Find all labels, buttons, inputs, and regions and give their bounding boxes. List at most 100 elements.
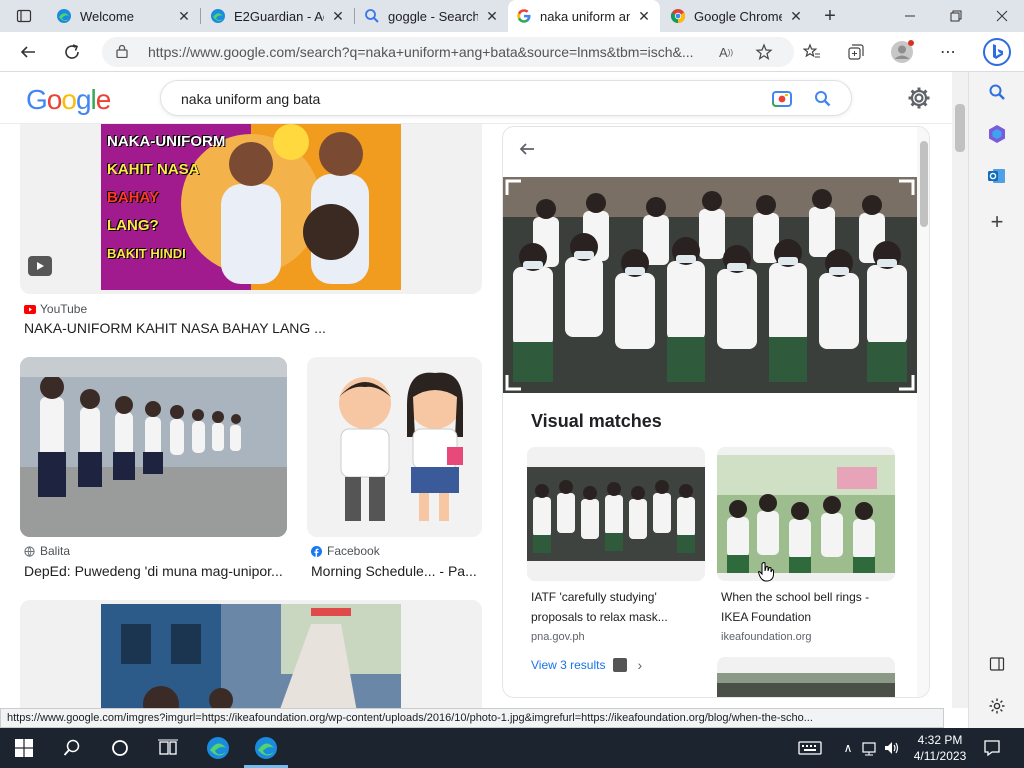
result-source[interactable]: YouTube — [24, 302, 87, 316]
panel-scrollbar-thumb[interactable] — [920, 141, 928, 227]
tab-label: E2Guardian - Ac — [234, 8, 324, 24]
chevron-right-icon: › — [637, 657, 643, 673]
close-icon[interactable]: ✕ — [788, 8, 804, 25]
google-icon — [517, 9, 531, 23]
globe-icon — [24, 545, 35, 557]
edge-taskbar-active-icon[interactable] — [254, 736, 278, 760]
cortana-icon[interactable] — [108, 736, 132, 760]
taskbar-clock[interactable]: 4:32 PM 4/11/2023 — [906, 732, 974, 764]
search-icon[interactable] — [60, 736, 84, 760]
result-source[interactable]: Facebook — [311, 544, 380, 558]
page-scrollbar[interactable] — [952, 72, 968, 708]
page-scrollbar-thumb[interactable] — [955, 104, 965, 152]
tab-label: goggle - Search — [388, 8, 478, 24]
close-window-icon[interactable] — [990, 4, 1014, 28]
profile-avatar[interactable] — [890, 40, 914, 64]
close-icon[interactable]: ✕ — [636, 8, 652, 25]
tab-goggle-search[interactable]: goggle - Search ✕ — [356, 0, 508, 32]
keyboard-icon[interactable] — [798, 736, 822, 760]
edge-taskbar-icon[interactable] — [206, 736, 230, 760]
search-icon[interactable] — [985, 80, 1009, 104]
close-icon[interactable]: ✕ — [330, 8, 346, 25]
read-aloud-icon[interactable]: A)) — [714, 40, 738, 64]
result-thumbnail-facebook[interactable] — [307, 357, 482, 537]
result-caption[interactable]: DepEd: Puwedeng 'di muna mag-unipor... — [24, 563, 286, 579]
office-icon[interactable] — [985, 122, 1009, 146]
chevron-up-icon[interactable]: ∧ — [836, 736, 860, 760]
visual-match-source: pna.gov.ph — [531, 631, 585, 643]
result-source[interactable]: Balita — [24, 544, 70, 558]
image-results: NAKA-UNIFORM KAHIT NASA BAHAY LANG? BAKI… — [0, 124, 952, 708]
status-url: https://www.google.com/imgres?imgurl=htt… — [0, 708, 944, 728]
back-arrow-icon[interactable] — [517, 139, 539, 161]
visual-match-source: ikeafoundation.org — [721, 631, 812, 643]
edge-icon — [57, 9, 71, 23]
view-results-link[interactable]: View 3 results › — [531, 657, 642, 673]
camera-lens-icon[interactable] — [771, 89, 793, 109]
notification-icon[interactable] — [980, 736, 1004, 760]
restore-icon[interactable] — [944, 4, 968, 28]
google-header: Google — [0, 72, 952, 124]
thumb-text: NAKA-UNIFORM KAHIT NASA BAHAY LANG? BAKI… — [107, 133, 226, 261]
result-thumbnail-balita[interactable] — [20, 357, 287, 537]
browser-toolbar: https://www.google.com/search?q=naka+uni… — [0, 32, 1024, 72]
google-logo[interactable]: Google — [26, 84, 111, 116]
visual-match-thumbnail[interactable] — [717, 657, 895, 697]
close-icon[interactable]: ✕ — [484, 8, 500, 25]
address-bar[interactable]: https://www.google.com/search?q=naka+uni… — [102, 37, 794, 67]
tab-google-chrome[interactable]: Google Chrome ✕ — [662, 0, 812, 32]
back-icon[interactable] — [16, 40, 40, 64]
settings-icon[interactable] — [985, 694, 1009, 718]
visual-matches-heading: Visual matches — [531, 411, 662, 431]
result-caption[interactable]: Morning Schedule... - Pa... — [311, 563, 481, 579]
lock-icon[interactable] — [116, 44, 134, 61]
tab-label: Welcome — [80, 8, 134, 24]
collections-icon[interactable] — [844, 40, 868, 64]
video-play-icon — [28, 256, 52, 276]
url-text[interactable]: https://www.google.com/search?q=naka+uni… — [148, 44, 708, 60]
image-preview-panel: Visual matches IATF 'carefully studying'… — [502, 126, 930, 698]
tab-welcome[interactable]: Welcome ✕ — [48, 0, 200, 32]
preview-image[interactable] — [503, 177, 917, 393]
search-box[interactable] — [160, 80, 852, 116]
close-icon[interactable]: ✕ — [176, 8, 192, 25]
chrome-icon — [670, 9, 686, 24]
hand-cursor-icon — [757, 562, 774, 582]
search-icon — [365, 9, 379, 23]
tab-naka-uniform[interactable]: naka uniform an ✕ — [508, 0, 660, 32]
facebook-icon — [311, 545, 322, 557]
result-thumbnail-school[interactable] — [20, 600, 482, 708]
visual-match-thumbnail[interactable] — [717, 447, 895, 581]
favorite-add-icon[interactable] — [752, 40, 776, 64]
youtube-icon — [24, 304, 36, 314]
minimize-icon[interactable] — [898, 4, 922, 28]
visual-match-title[interactable]: IATF 'carefully studying' proposals to r… — [531, 587, 705, 627]
edge-sidebar: + — [968, 72, 1024, 728]
tab-strip: Welcome ✕ E2Guardian - Ac ✕ goggle - Sea… — [0, 0, 1024, 32]
outlook-icon[interactable] — [985, 164, 1009, 188]
network-icon[interactable] — [858, 736, 882, 760]
refresh-icon[interactable] — [60, 40, 84, 64]
new-tab-icon[interactable]: + — [818, 4, 842, 28]
add-icon[interactable]: + — [985, 209, 1009, 234]
tab-label: naka uniform an — [540, 8, 630, 24]
gear-icon[interactable] — [906, 85, 932, 111]
windows-start-icon[interactable] — [12, 736, 36, 760]
result-mini-thumbnail — [613, 658, 628, 672]
search-icon[interactable] — [813, 89, 833, 109]
windows-taskbar: ∧ 4:32 PM 4/11/2023 — [0, 728, 1024, 768]
tab-label: Google Chrome — [694, 8, 782, 24]
task-view-icon[interactable] — [156, 736, 180, 760]
visual-match-thumbnail[interactable] — [527, 447, 705, 581]
volume-icon[interactable] — [880, 736, 904, 760]
visual-match-title[interactable]: When the school bell rings - IKEA Founda… — [721, 587, 895, 627]
search-input[interactable] — [181, 89, 741, 109]
tab-actions-icon[interactable] — [12, 4, 36, 28]
favorites-icon[interactable] — [800, 40, 824, 64]
split-screen-icon[interactable] — [985, 652, 1009, 676]
tab-e2guardian[interactable]: E2Guardian - Ac ✕ — [202, 0, 354, 32]
bing-copilot-icon[interactable] — [982, 36, 1012, 68]
more-options-icon[interactable]: ⋯ — [936, 40, 960, 64]
result-caption[interactable]: NAKA-UNIFORM KAHIT NASA BAHAY LANG ... — [24, 320, 474, 336]
result-thumbnail-youtube[interactable]: NAKA-UNIFORM KAHIT NASA BAHAY LANG? BAKI… — [20, 124, 482, 294]
